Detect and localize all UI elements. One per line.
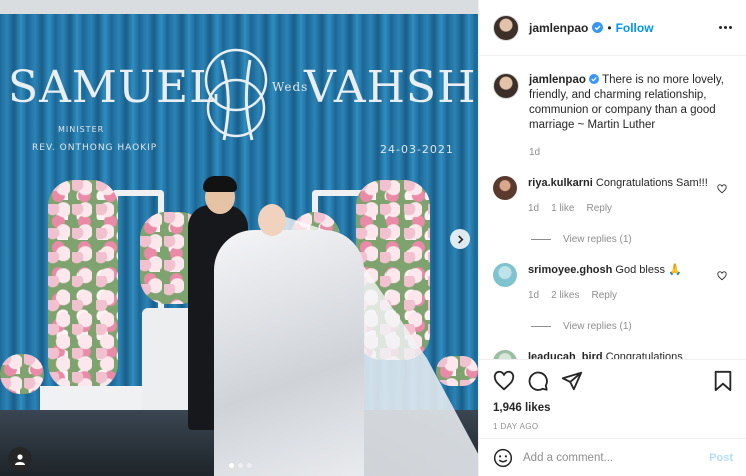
- post-side-panel: jamlenpao • Follow jamlenpao There is no…: [478, 0, 746, 476]
- user-tag-icon: [15, 454, 25, 465]
- view-replies-label: View replies (1): [563, 234, 632, 245]
- more-dot-icon: [724, 26, 727, 29]
- post-comment-button[interactable]: Post: [709, 452, 733, 464]
- comment-username[interactable]: leaducah_bird: [528, 351, 603, 359]
- bride-dress: [214, 230, 364, 476]
- chevron-right-icon: [457, 234, 463, 244]
- comment-username[interactable]: srimoyee.ghosh: [528, 264, 612, 276]
- bride-head: [258, 204, 286, 236]
- next-photo-button[interactable]: [450, 229, 470, 249]
- comment-meta: 1d 1 like Reply: [528, 202, 718, 216]
- post-date[interactable]: 1 DAY AGO: [493, 422, 733, 431]
- author-username[interactable]: jamlenpao: [529, 21, 588, 35]
- follow-button[interactable]: Follow: [616, 21, 654, 35]
- comment-age[interactable]: 1d: [528, 289, 539, 303]
- like-heart-icon[interactable]: [493, 370, 515, 392]
- tagged-users-button[interactable]: [8, 447, 32, 471]
- commenter-avatar[interactable]: [493, 263, 517, 287]
- commenter-avatar[interactable]: [493, 176, 517, 200]
- separator-dot: •: [607, 20, 612, 35]
- comment-likes[interactable]: 2 likes: [551, 289, 579, 303]
- post-caption: jamlenpao There is no more lovely, frien…: [493, 73, 733, 133]
- comment-body: riya.kulkarni Congratulations Sam!!! 1d …: [528, 176, 718, 216]
- carousel-dot-active: [229, 463, 234, 468]
- comment-text: Congratulations Sam!!!: [595, 177, 708, 189]
- comment-item: riya.kulkarni Congratulations Sam!!! 1d …: [493, 176, 733, 216]
- comment-text: Congratulations: [605, 351, 683, 359]
- carousel-indicator: [229, 463, 252, 468]
- post-photo[interactable]: SAMUEL Weds VAHSHI MINISTER REV. ONTHONG…: [0, 0, 478, 476]
- caption-timestamp[interactable]: 1d: [529, 147, 733, 158]
- comment-body: leaducah_bird Congratulations: [528, 350, 718, 359]
- flower-pot-left: [0, 354, 44, 394]
- stage-ceiling: [0, 0, 478, 14]
- replies-divider: [531, 239, 551, 240]
- comment-item: leaducah_bird Congratulations: [493, 350, 733, 359]
- author-avatar[interactable]: [493, 14, 519, 41]
- carousel-dot: [238, 463, 243, 468]
- monogram-joiner: Weds: [272, 80, 309, 94]
- heart-icon[interactable]: [717, 184, 727, 194]
- more-dot-icon: [719, 26, 722, 29]
- view-replies-button[interactable]: View replies (1): [531, 234, 733, 245]
- caption-text-block: jamlenpao There is no more lovely, frien…: [529, 73, 733, 133]
- comment-username[interactable]: riya.kulkarni: [528, 177, 593, 189]
- verified-badge-icon: [592, 22, 604, 33]
- groom-hair: [203, 176, 237, 192]
- comment-item: srimoyee.ghosh God bless 🙏 1d 2 likes Re…: [493, 263, 733, 303]
- comment-meta: 1d 2 likes Reply: [528, 289, 718, 303]
- backdrop-name-left: SAMUEL: [8, 62, 220, 113]
- reply-button[interactable]: Reply: [586, 202, 612, 216]
- post-header: jamlenpao • Follow: [479, 0, 746, 56]
- flower-pot-right: [436, 356, 478, 386]
- carousel-dot: [247, 463, 252, 468]
- minister-title: MINISTER: [58, 125, 105, 134]
- save-bookmark-icon[interactable]: [713, 370, 733, 392]
- view-replies-button[interactable]: View replies (1): [531, 321, 733, 332]
- comment-body: srimoyee.ghosh God bless 🙏 1d 2 likes Re…: [528, 263, 718, 303]
- more-options-button[interactable]: [719, 26, 732, 29]
- likes-count[interactable]: 1,946 likes: [493, 402, 733, 414]
- comment-age[interactable]: 1d: [528, 202, 539, 216]
- caption-avatar[interactable]: [493, 73, 519, 99]
- share-paper-plane-icon[interactable]: [561, 370, 583, 392]
- minister-name: REV. ONTHONG HAOKIP: [32, 143, 158, 153]
- post-actions-area: 1,946 likes 1 DAY AGO: [479, 359, 746, 431]
- commenter-avatar[interactable]: [493, 350, 517, 359]
- comment-bubble-icon[interactable]: [527, 370, 549, 392]
- flower-column-left: [48, 180, 118, 390]
- more-dot-icon: [729, 26, 732, 29]
- reply-button[interactable]: Reply: [591, 289, 617, 303]
- comments-list[interactable]: jamlenpao There is no more lovely, frien…: [479, 57, 746, 359]
- verified-badge-icon: [589, 74, 600, 84]
- backdrop-name-right: VAHSHI: [304, 62, 478, 113]
- emoji-smiley-icon[interactable]: [493, 448, 513, 468]
- event-date: 24-03-2021: [380, 143, 454, 156]
- action-bar: [493, 370, 733, 392]
- comment-likes[interactable]: 1 like: [551, 202, 574, 216]
- comment-input[interactable]: [523, 451, 710, 464]
- caption-username[interactable]: jamlenpao: [529, 74, 586, 86]
- comment-text: God bless 🙏: [615, 264, 682, 276]
- view-replies-label: View replies (1): [563, 321, 632, 332]
- monogram-emblem: [204, 48, 268, 141]
- replies-divider: [531, 326, 551, 327]
- add-comment-bar: Post: [479, 438, 746, 476]
- heart-icon[interactable]: [717, 271, 727, 281]
